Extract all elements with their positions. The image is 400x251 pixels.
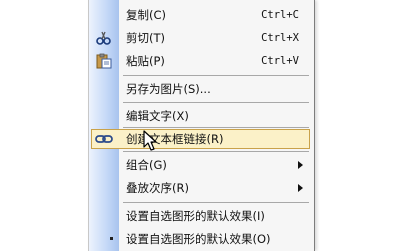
mouse-cursor-icon: [143, 130, 157, 151]
menu-item-cut[interactable]: 剪切(T) Ctrl+X: [89, 27, 313, 49]
menu-separator: [123, 102, 309, 103]
menu-separator: [123, 75, 309, 76]
menu-item-order[interactable]: 叠放次序(R): [89, 177, 313, 199]
link-icon: [94, 131, 114, 147]
menu-item-create-textbox-link[interactable]: 创建文本框链接(R): [89, 128, 313, 150]
menu-item-group[interactable]: 组合(G): [89, 154, 313, 176]
menu-item-paste[interactable]: 粘贴(P) Ctrl+V: [89, 50, 313, 72]
menu-item-shortcut: Ctrl+V: [261, 55, 299, 67]
menu-item-set-autoshape-default[interactable]: 设置自选图形的默认效果(I): [89, 205, 313, 227]
menu-item-label: 叠放次序(R): [126, 181, 189, 195]
menu-item-label: 粘贴(P): [126, 54, 165, 68]
submenu-arrow-icon: [298, 184, 303, 192]
menu-item-save-as-picture[interactable]: 另存为图片(S)...: [89, 78, 313, 100]
context-menu: 复制(C) Ctrl+C 剪切(T) Ctrl+X 粘贴(P) Ctrl+V 另…: [88, 0, 315, 251]
copy-icon: [94, 7, 114, 23]
menu-item-label: 设置自选图形的默认效果(I): [126, 209, 265, 223]
menu-item-shortcut: Ctrl+X: [261, 32, 299, 44]
scissors-icon: [94, 30, 114, 46]
menu-item-label: 创建文本框链接(R): [126, 132, 224, 146]
menu-item-label: 复制(C): [126, 8, 167, 22]
paste-icon: [94, 53, 114, 69]
menu-item-label: 编辑文字(X): [126, 109, 189, 123]
menu-item-label: 设置自选图形的默认效果(O): [126, 232, 271, 246]
menu-item-label: 剪切(T): [126, 31, 165, 45]
bullet-marker: [110, 237, 113, 240]
menu-item-edit-text[interactable]: 编辑文字(X): [89, 105, 313, 127]
submenu-arrow-icon: [298, 161, 303, 169]
menu-item-copy[interactable]: 复制(C) Ctrl+C: [89, 4, 313, 26]
menu-separator: [123, 202, 309, 203]
menu-item-label: 另存为图片(S)...: [126, 82, 211, 96]
menu-item-set-autoshape-default-2[interactable]: 设置自选图形的默认效果(O): [89, 228, 313, 250]
menu-item-shortcut: Ctrl+C: [261, 9, 299, 21]
menu-item-label: 组合(G): [126, 158, 167, 172]
